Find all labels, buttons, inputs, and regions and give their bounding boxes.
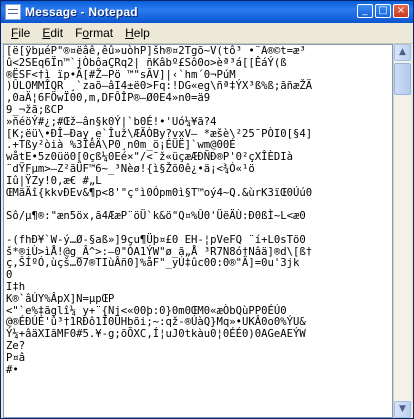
text-editor-area[interactable]: [ë[ÿbµéP"®¤ëâê,êû»uòhP]šh®¤2Tgõ~V(tô³ •¨… [3,44,393,418]
notepad-icon[interactable] [5,4,21,20]
menu-help[interactable]: Help [119,23,156,43]
menu-edit[interactable]: Edit [36,23,69,43]
maximize-button[interactable]: □ [375,4,391,18]
close-button[interactable]: × [393,4,409,18]
window-title: Message - Notepad [25,5,138,19]
scroll-down-button[interactable]: ▼ [394,401,411,418]
scrollbar-thumb[interactable] [394,63,411,95]
vertical-scrollbar[interactable]: ▲ ▼ [393,44,411,418]
minimize-button[interactable]: _ [357,4,373,18]
window-controls: _ □ × [357,4,409,18]
menu-format[interactable]: Format [69,23,119,43]
menu-file[interactable]: File [5,23,36,43]
menu-bar: File Edit Format Help [1,23,413,44]
title-bar[interactable]: Message - Notepad _ □ × [1,1,413,23]
scroll-up-button[interactable]: ▲ [394,44,411,61]
document-text[interactable]: [ë[ÿbµéP"®¤ëâê,êû»uòhP]šh®¤2Tgõ~V(tô³ •¨… [4,45,392,377]
notepad-window: Message - Notepad _ □ × File Edit Format… [0,0,414,419]
